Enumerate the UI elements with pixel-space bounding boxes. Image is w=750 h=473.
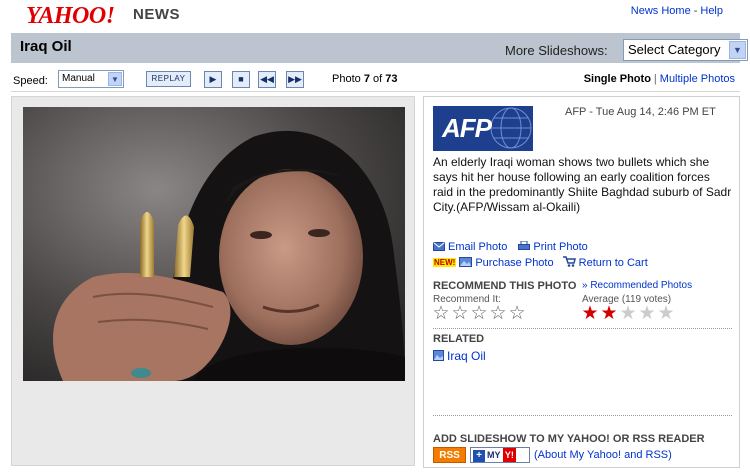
play-icon: ▶	[209, 74, 217, 84]
picture-icon	[459, 257, 473, 270]
chevron-down-icon: ▼	[108, 72, 122, 86]
related-heading: RELATED	[433, 333, 485, 345]
photo-counter-current: 7	[363, 73, 370, 85]
photo-counter-total: 73	[385, 73, 398, 85]
separator: |	[653, 73, 657, 85]
photo-counter: Photo 7 of 73	[332, 73, 398, 85]
star-icon: ★	[657, 303, 675, 324]
yahoo-logo[interactable]: YAHOO!	[26, 3, 115, 30]
play-button[interactable]: ▶	[204, 71, 222, 88]
previous-button[interactable]: ◀◀	[258, 71, 276, 88]
star-icon[interactable]: ☆	[489, 304, 507, 323]
photo-action-links: Email Photo Print Photo NEW! Purchase Ph…	[433, 240, 648, 271]
envelope-icon	[433, 242, 445, 254]
printer-icon	[518, 240, 531, 254]
new-badge: NEW!	[433, 258, 457, 267]
subscribe-badges: RSS + MY Y! (About My Yahoo! and RSS)	[433, 447, 672, 463]
speed-select-value: Manual	[62, 73, 95, 84]
average-star-rating: ★ ★ ★ ★ ★	[581, 304, 675, 323]
site-header: YAHOO! NEWS News Home - Help	[0, 0, 750, 32]
category-select[interactable]: Select Category ▼	[623, 39, 748, 61]
email-photo-link[interactable]: Email Photo	[448, 241, 507, 253]
rewind-icon: ◀◀	[260, 74, 274, 84]
photo-info-panel: AFP AFP - Tue Aug 14, 2:46 PM ET An elde…	[423, 96, 740, 468]
stop-button[interactable]: ■	[232, 71, 250, 88]
my-yahoo-label: MY	[487, 450, 501, 460]
purchase-photo-link[interactable]: Purchase Photo	[475, 257, 553, 269]
about-my-yahoo-rss-link[interactable]: (About My Yahoo! and RSS)	[534, 449, 672, 461]
slideshow-title: Iraq Oil	[20, 38, 72, 55]
star-icon: ★	[619, 303, 637, 324]
star-icon[interactable]: ☆	[432, 304, 450, 323]
afp-logo: AFP	[433, 106, 533, 151]
slideshow-photo[interactable]	[23, 107, 405, 381]
star-icon: ★	[581, 303, 599, 324]
multiple-photos-link[interactable]: Multiple Photos	[660, 73, 735, 85]
recommend-heading: RECOMMEND THIS PHOTO	[433, 280, 577, 292]
return-to-cart-link[interactable]: Return to Cart	[579, 257, 648, 269]
add-to-my-yahoo-button[interactable]: + MY Y!	[470, 447, 530, 463]
slideshow-controls: Speed: Manual ▼ REPLAY ▶ ■ ◀◀ ▶▶ Photo 7…	[11, 67, 740, 92]
related-iraq-oil-link[interactable]: Iraq Oil	[447, 349, 486, 363]
speed-label: Speed:	[13, 75, 48, 87]
star-icon[interactable]: ☆	[451, 304, 469, 323]
photo-panel	[11, 96, 415, 466]
separator: -	[693, 5, 698, 17]
star-icon[interactable]: ☆	[470, 304, 488, 323]
slideshow-page: YAHOO! NEWS News Home - Help Iraq Oil More…	[0, 0, 750, 473]
star-icon: ★	[600, 303, 618, 324]
single-photo-label: Single Photo	[583, 73, 651, 85]
photo-dateline: AFP - Tue Aug 14, 2:46 PM ET	[565, 106, 716, 118]
star-icon[interactable]: ☆	[508, 304, 526, 323]
afp-logo-text: AFP	[442, 113, 492, 143]
next-button[interactable]: ▶▶	[286, 71, 304, 88]
photo-caption: An elderly Iraqi woman shows two bullets…	[433, 155, 732, 214]
news-section-label[interactable]: NEWS	[133, 6, 180, 23]
news-home-link[interactable]: News Home	[631, 5, 691, 17]
more-slideshows-label: More Slideshows:	[505, 43, 608, 58]
stop-icon: ■	[238, 74, 244, 84]
recommend-star-rating[interactable]: ☆ ☆ ☆ ☆ ☆	[432, 304, 526, 323]
star-icon: ★	[638, 303, 656, 324]
help-link[interactable]: Help	[700, 5, 723, 17]
action-row-1: Email Photo Print Photo	[433, 240, 648, 256]
top-links: News Home - Help	[631, 5, 723, 17]
chevron-down-icon: ▼	[729, 41, 746, 59]
view-mode-links: Single Photo | Multiple Photos	[584, 73, 735, 85]
photo-counter-of: of	[373, 73, 383, 85]
add-slideshow-heading: ADD SLIDESHOW TO MY YAHOO! OR RSS READER	[433, 433, 705, 445]
cart-icon	[562, 256, 576, 270]
replay-button[interactable]: REPLAY	[146, 71, 191, 87]
plus-icon: +	[473, 450, 485, 462]
related-item: Iraq Oil	[433, 349, 486, 364]
picture-icon	[433, 350, 444, 364]
slideshow-title-bar: Iraq Oil More Slideshows: Select Categor…	[11, 33, 748, 63]
section-divider	[433, 415, 732, 416]
recommended-photos-link[interactable]: » Recommended Photos	[582, 280, 692, 291]
rss-button[interactable]: RSS	[433, 447, 466, 463]
print-photo-link[interactable]: Print Photo	[533, 241, 587, 253]
fast-forward-icon: ▶▶	[288, 74, 302, 84]
photo-illustration	[23, 107, 405, 381]
speed-select[interactable]: Manual ▼	[58, 70, 124, 88]
section-divider	[433, 328, 732, 329]
action-row-2: NEW! Purchase Photo Return to Cart	[433, 256, 648, 271]
yahoo-y-badge: Y!	[502, 448, 516, 462]
photo-counter-prefix: Photo	[332, 73, 361, 85]
category-select-value: Select Category	[628, 42, 721, 57]
